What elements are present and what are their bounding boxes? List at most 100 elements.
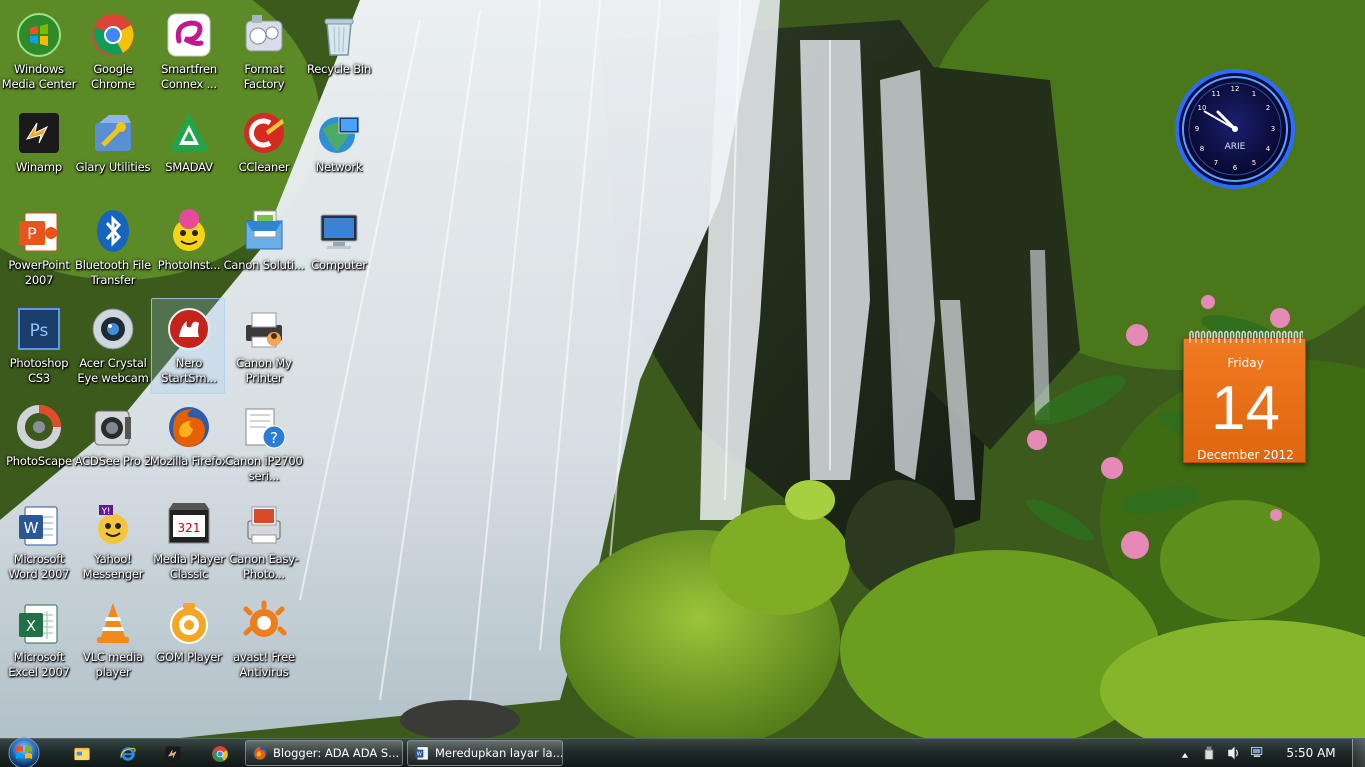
desktop-shortcut[interactable]: Canon Easy-Photo...	[226, 494, 300, 590]
desktop-shortcut[interactable]: Network	[301, 102, 375, 198]
taskbar-window-title: Blogger: ADA ADA S...	[273, 746, 400, 760]
desktop-shortcut-label: Canon My Printer	[236, 356, 292, 385]
desktop-shortcut[interactable]: avast! Free Antivirus	[226, 592, 300, 688]
desktop-shortcut[interactable]: Winamp	[1, 102, 75, 198]
desktop-shortcut[interactable]: Recycle Bin	[301, 4, 375, 100]
format-factory-icon	[240, 11, 288, 59]
desktop-shortcut[interactable]: X Microsoft Excel 2007	[1, 592, 75, 688]
desktop-shortcut-label: Format Factory	[243, 62, 285, 91]
svg-text:W: W	[417, 752, 422, 758]
desktop-shortcut[interactable]: 321 Media Player Classic	[151, 494, 225, 590]
svg-text:6: 6	[1233, 164, 1238, 172]
analog-clock-icon: 1212 345 678 91011 ARIE	[1175, 69, 1295, 189]
firefox-icon	[165, 403, 213, 451]
desktop-shortcut[interactable]: W Microsoft Word 2007	[1, 494, 75, 590]
desktop-shortcut[interactable]: GOM Player	[151, 592, 225, 688]
desktop-shortcut-label: Canon iP2700 seri...	[225, 454, 303, 483]
windows-media-center-icon	[15, 11, 63, 59]
calendar-month-year: December 2012	[1197, 448, 1294, 462]
desktop-shortcut-label: Smartfren Connex ...	[161, 62, 217, 91]
desktop-shortcut[interactable]: Google Chrome	[75, 4, 149, 100]
desktop-shortcut[interactable]: Windows Media Center	[1, 4, 76, 100]
desktop-shortcut[interactable]: Canon My Printer	[226, 298, 300, 394]
desktop-shortcut[interactable]: Smartfren Connex ...	[151, 4, 225, 100]
media-player-classic-icon: 321	[165, 501, 213, 549]
svg-text:3: 3	[1271, 125, 1275, 133]
desktop-shortcut-label: Winamp	[16, 160, 62, 174]
svg-text:X: X	[26, 617, 36, 635]
desktop-shortcut[interactable]: Mozilla Firefox	[150, 396, 228, 492]
desktop-shortcut[interactable]: SMADAV	[151, 102, 225, 198]
desktop-shortcut-label: VLC media player	[83, 650, 143, 679]
computer-icon	[315, 207, 363, 255]
svg-text:8: 8	[1200, 145, 1204, 153]
desktop-shortcut-label: Glary Utilities	[75, 160, 151, 174]
winamp-quick-launch-button[interactable]	[157, 742, 187, 764]
word-icon: W	[15, 501, 63, 549]
acdsee-icon	[89, 403, 137, 451]
svg-text:Ps: Ps	[30, 321, 49, 341]
show-desktop-button[interactable]	[1352, 739, 1365, 767]
desktop-shortcut-label: SMADAV	[165, 160, 213, 174]
taskbar-clock[interactable]: 5:50 AM	[1278, 739, 1344, 767]
desktop-shortcut[interactable]: Nero StartSm...	[151, 298, 225, 394]
svg-text:5: 5	[1252, 159, 1256, 167]
desktop-shortcut-label: PhotoScape	[6, 454, 72, 468]
vlc-icon	[89, 599, 137, 647]
desktop-shortcut-label: GOM Player	[156, 650, 222, 664]
desktop-shortcut[interactable]: Ps Photoshop CS3	[1, 298, 75, 394]
desktop-shortcut[interactable]: Acer Crystal Eye webcam	[75, 298, 149, 394]
desktop-shortcut[interactable]: Computer	[301, 200, 375, 296]
desktop-shortcut[interactable]: P PowerPoint 2007	[1, 200, 75, 296]
desktop-shortcut-label: Recycle Bin	[306, 62, 372, 76]
photoinstrument-icon	[165, 207, 213, 255]
winamp-icon	[15, 109, 63, 157]
desktop-shortcut[interactable]: Format Factory	[226, 4, 300, 100]
desktop-shortcut[interactable]: ACDSee Pro 2	[75, 396, 151, 492]
clock-gadget[interactable]: 12 1 2 345 678 9 10 11 ARIE	[1174, 68, 1296, 190]
desktop-shortcut-label: Photoshop CS3	[9, 356, 69, 385]
svg-text:7: 7	[1214, 159, 1218, 167]
internet-explorer-icon	[119, 745, 137, 763]
desktop-shortcut[interactable]: Bluetooth File Transfer	[75, 200, 151, 296]
svg-text:W: W	[24, 519, 39, 537]
svg-text:Y!: Y!	[100, 507, 110, 517]
svg-text:9: 9	[1195, 125, 1199, 133]
desktop-shortcut-label: PowerPoint 2007	[8, 258, 70, 287]
clock-brand: ARIE	[1225, 142, 1246, 152]
network-status-icon[interactable]	[1249, 745, 1265, 761]
explorer-icon	[73, 745, 91, 763]
show-hidden-icons-arrow[interactable]	[1177, 745, 1193, 761]
desktop-shortcut[interactable]: Canon Soluti...	[224, 200, 305, 296]
desktop-shortcut-label: ACDSee Pro 2	[74, 454, 152, 468]
chrome-quick-launch-button[interactable]	[204, 742, 234, 764]
calendar-gadget[interactable]: Friday 14 December 2012	[1183, 330, 1306, 463]
calendar-page: Friday 14 December 2012	[1183, 338, 1306, 463]
desktop-shortcut[interactable]: VLC media player	[75, 592, 149, 688]
desktop-shortcut-label: Acer Crystal Eye webcam	[77, 356, 149, 385]
avast-icon	[240, 599, 288, 647]
desktop-shortcut-label: Nero StartSm...	[161, 356, 217, 385]
nero-icon	[165, 305, 213, 353]
windows-orb-icon	[8, 737, 40, 767]
explorer-quick-launch-button[interactable]	[66, 742, 96, 764]
desktop-shortcut[interactable]: ? Canon iP2700 seri...	[225, 396, 303, 492]
internet-explorer-quick-launch-button[interactable]	[112, 742, 142, 764]
desktop-shortcut[interactable]: Glary Utilities	[75, 102, 151, 198]
desktop-shortcut[interactable]: PhotoScape	[1, 396, 75, 492]
volume-icon[interactable]	[1225, 745, 1241, 761]
taskbar-window-button[interactable]: Blogger: ADA ADA S...	[245, 740, 403, 766]
desktop-shortcut-label: Network	[315, 160, 363, 174]
glary-utilities-icon	[89, 109, 137, 157]
desktop-shortcut-label: Media Player Classic	[153, 552, 225, 581]
desktop-shortcut-label: Canon Soluti...	[223, 258, 305, 272]
webcam-icon	[89, 305, 137, 353]
taskbar-window-button[interactable]: W Meredupkan layar la...	[407, 740, 563, 766]
start-button[interactable]	[4, 736, 44, 767]
desktop-shortcut[interactable]: CCleaner	[226, 102, 300, 198]
usb-device-icon[interactable]	[1201, 745, 1217, 761]
gom-player-icon	[165, 599, 213, 647]
desktop-shortcut[interactable]: PhotoInst...	[151, 200, 225, 296]
desktop-shortcut[interactable]: Y! Yahoo! Messenger	[75, 494, 149, 590]
smartfren-icon	[165, 11, 213, 59]
